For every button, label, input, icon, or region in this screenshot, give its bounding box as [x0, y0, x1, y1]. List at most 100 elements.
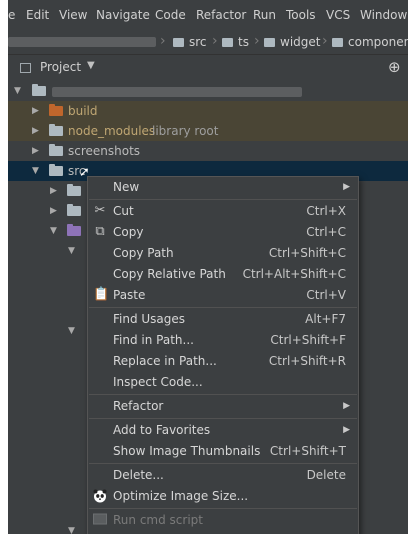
scissors-icon: ✂ — [94, 203, 106, 218]
menu-bar: e Edit View Navigate Code Refactor Run T… — [8, 0, 408, 30]
menu-item-refactor[interactable]: Refactor ▶ — [88, 396, 358, 417]
menu-item-shortcut: Ctrl+Shift+F — [270, 333, 346, 347]
menu-run[interactable]: Run — [253, 7, 276, 23]
menu-item-label: Paste — [113, 288, 146, 302]
menu-tools[interactable]: Tools — [286, 7, 316, 23]
breadcrumb-label: widget — [280, 35, 321, 49]
folder-icon — [49, 124, 63, 136]
context-menu: New ▶ ✂ Cut Ctrl+X ⧉ Copy Ctrl+C Copy Pa… — [87, 176, 359, 534]
locate-target-icon[interactable]: ⊕ — [388, 58, 401, 76]
menu-code[interactable]: Code — [155, 7, 186, 23]
collapsed-arrow-icon[interactable]: ▶ — [50, 201, 60, 221]
breadcrumb: › src › ts › widget › component — [8, 30, 408, 55]
expanded-arrow-icon[interactable]: ▼ — [68, 521, 78, 534]
folder-icon — [173, 38, 184, 47]
breadcrumb-label: ts — [238, 35, 249, 49]
expanded-arrow-icon[interactable]: ▼ — [50, 221, 60, 241]
menu-item-show-image-thumbnails[interactable]: Show Image Thumbnails Ctrl+Shift+T — [88, 441, 358, 462]
menu-item-cut[interactable]: ✂ Cut Ctrl+X — [88, 201, 358, 222]
tree-row-build[interactable]: ▶ build — [8, 101, 408, 121]
menu-vcs[interactable]: VCS — [326, 7, 350, 23]
ide-window: e Edit View Navigate Code Refactor Run T… — [8, 0, 408, 534]
menu-refactor[interactable]: Refactor — [196, 7, 246, 23]
breadcrumb-separator: › — [212, 33, 218, 49]
source-folder-icon — [67, 224, 81, 236]
collapsed-arrow-icon[interactable]: ▶ — [50, 181, 60, 201]
breadcrumb-label: component — [348, 35, 408, 49]
terminal-icon — [93, 513, 107, 527]
breadcrumb-label: src — [189, 35, 207, 49]
menu-item-shortcut: Ctrl+Shift+R — [268, 354, 346, 368]
menu-navigate[interactable]: Navigate — [96, 7, 150, 23]
menu-item-label: Optimize Image Size... — [113, 489, 249, 503]
menu-item-label: New — [113, 180, 140, 194]
menu-item-shortcut: Alt+F7 — [305, 312, 346, 326]
project-panel-header: Project ▼ ⊕ — [8, 55, 408, 82]
tree-label: screenshots — [68, 144, 141, 158]
menu-file-partial[interactable]: e — [8, 7, 15, 23]
menu-item-optimize-image-size[interactable]: Optimize Image Size... — [88, 486, 358, 507]
tree-row-screenshots[interactable]: ▶ screenshots — [8, 141, 408, 161]
excluded-folder-icon — [49, 104, 63, 116]
menu-item-label: Find in Path... — [113, 333, 194, 347]
tree-label: node_modules — [68, 124, 156, 138]
menu-item-label: Find Usages — [113, 312, 186, 326]
menu-window[interactable]: Window — [360, 7, 407, 23]
menu-item-find-usages[interactable]: Find Usages Alt+F7 — [88, 309, 358, 330]
folder-icon — [49, 144, 63, 156]
expanded-arrow-icon[interactable]: ▼ — [14, 81, 24, 101]
menu-item-label: Cut — [113, 204, 134, 218]
breadcrumb-separator: › — [322, 33, 328, 49]
menu-separator — [89, 463, 357, 464]
menu-separator — [89, 394, 357, 395]
collapsed-arrow-icon[interactable]: ▶ — [32, 101, 42, 121]
expanded-arrow-icon[interactable]: ▼ — [68, 241, 78, 261]
menu-item-label: Inspect Code... — [113, 375, 203, 389]
project-view-icon — [20, 63, 31, 73]
menu-item-copy[interactable]: ⧉ Copy Ctrl+C — [88, 222, 358, 243]
breadcrumb-ts[interactable]: ts — [222, 34, 249, 50]
menu-item-replace-in-path[interactable]: Replace in Path... Ctrl+Shift+R — [88, 351, 358, 372]
tree-row-node-modules[interactable]: ▶ node_modules library root — [8, 121, 408, 141]
menu-item-copy-relative-path[interactable]: Copy Relative Path Ctrl+Alt+Shift+C — [88, 264, 358, 285]
menu-item-inspect-code[interactable]: Inspect Code... — [88, 372, 358, 393]
breadcrumb-src[interactable]: src — [173, 34, 207, 50]
breadcrumb-widget[interactable]: widget — [264, 34, 320, 50]
collapsed-arrow-icon[interactable]: ▶ — [32, 121, 42, 141]
tree-label: build — [68, 104, 98, 118]
menu-view[interactable]: View — [59, 7, 87, 23]
menu-item-label: Refactor — [113, 399, 164, 413]
menu-item-label: Copy — [113, 225, 144, 239]
clipboard-icon: 📋 — [93, 287, 110, 302]
menu-item-find-in-path[interactable]: Find in Path... Ctrl+Shift+F — [88, 330, 358, 351]
collapsed-arrow-icon[interactable]: ▶ — [32, 141, 42, 161]
menu-separator — [89, 508, 357, 509]
menu-item-paste[interactable]: 📋 Paste Ctrl+V — [88, 285, 358, 306]
submenu-arrow-icon: ▶ — [343, 182, 350, 192]
menu-separator — [89, 307, 357, 308]
panda-icon — [93, 489, 107, 503]
menu-edit[interactable]: Edit — [26, 7, 49, 23]
menu-item-delete[interactable]: Delete... Delete — [88, 465, 358, 486]
expanded-arrow-icon[interactable]: ▼ — [32, 161, 42, 181]
project-view-selector[interactable]: Project — [40, 60, 81, 74]
breadcrumb-separator: › — [254, 33, 260, 49]
menu-item-shortcut: Ctrl+V — [306, 288, 346, 302]
folder-icon — [67, 184, 81, 196]
folder-icon — [332, 38, 343, 47]
chevron-down-icon[interactable]: ▼ — [87, 60, 95, 71]
breadcrumb-component[interactable]: component — [332, 34, 408, 50]
menu-item-run-cmd-script[interactable]: Run cmd script — [88, 510, 358, 531]
menu-item-label: Delete... — [113, 468, 164, 482]
breadcrumb-separator: › — [160, 33, 166, 49]
menu-item-shortcut: Delete — [306, 468, 346, 482]
tree-row-root[interactable]: ▼ — [8, 81, 408, 101]
menu-item-new[interactable]: New ▶ — [88, 177, 358, 198]
menu-item-copy-path[interactable]: Copy Path Ctrl+Shift+C — [88, 243, 358, 264]
expanded-arrow-icon[interactable]: ▼ — [68, 321, 78, 341]
menu-item-add-to-favorites[interactable]: Add to Favorites ▶ — [88, 420, 358, 441]
menu-item-shortcut: Ctrl+Alt+Shift+C — [242, 267, 346, 281]
folder-icon — [222, 38, 233, 47]
submenu-arrow-icon: ▶ — [343, 425, 350, 435]
menu-item-shortcut: Ctrl+X — [306, 204, 346, 218]
